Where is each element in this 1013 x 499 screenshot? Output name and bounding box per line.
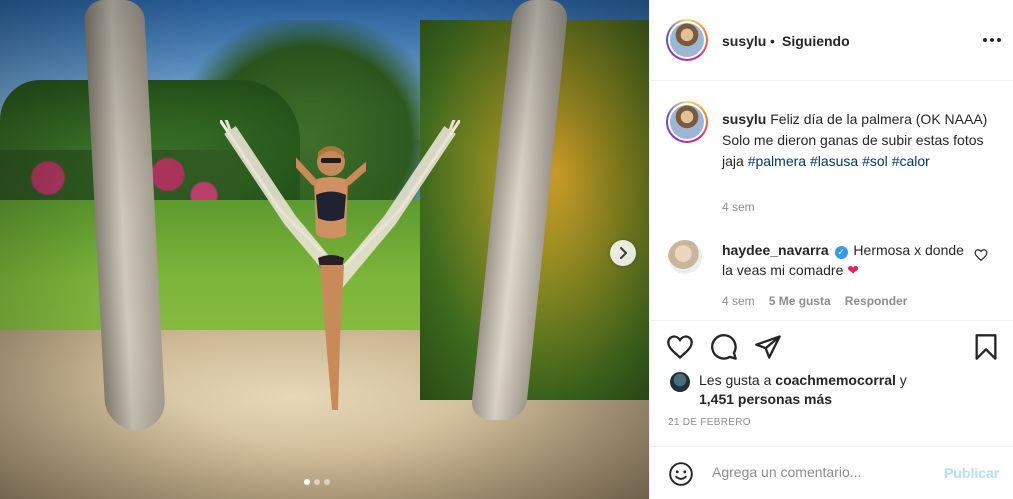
- comment-likes-count[interactable]: 5 Me gusta: [769, 294, 831, 308]
- avatar-image: [670, 23, 704, 57]
- carousel-dot-active: [304, 479, 310, 485]
- emoji-icon[interactable]: [668, 461, 694, 487]
- comment-text: haydee_navarra ✓ Hermosa x donde la veas…: [722, 240, 972, 280]
- likes-others-count[interactable]: 1,451 personas más: [699, 391, 832, 407]
- carousel-dot: [314, 479, 320, 485]
- hashtag-link[interactable]: #calor: [892, 153, 930, 169]
- header-separator: •: [770, 33, 775, 49]
- liker-username[interactable]: coachmemocorral: [775, 372, 896, 388]
- likes-prefix: Les gusta a: [699, 372, 772, 388]
- hashtag-link[interactable]: #palmera: [748, 153, 806, 169]
- caption-text: susylu Feliz día de la palmera (OK NAAA)…: [722, 109, 1002, 172]
- comment-username[interactable]: haydee_navarra: [722, 242, 829, 258]
- post-date[interactable]: 21 DE FEBRERO: [668, 417, 751, 428]
- post-comment-button[interactable]: Publicar: [944, 465, 999, 481]
- comment-timestamp[interactable]: 4 sem: [722, 294, 755, 308]
- photo-vignette: [0, 0, 649, 499]
- post-actions-bar: [650, 320, 1013, 370]
- hashtag-link[interactable]: #lasusa: [810, 153, 858, 169]
- verified-badge-icon: ✓: [834, 246, 848, 259]
- comment-input[interactable]: [712, 464, 932, 480]
- comment-meta: 4 sem 5 Me gusta Responder: [722, 294, 907, 308]
- paper-plane-icon[interactable]: [754, 333, 782, 361]
- comment-avatar[interactable]: [668, 240, 702, 274]
- more-options-button[interactable]: [981, 30, 1003, 50]
- bookmark-icon[interactable]: [972, 333, 1000, 361]
- avatar[interactable]: [666, 19, 708, 61]
- following-button[interactable]: Siguiendo: [782, 33, 850, 49]
- comment-icon[interactable]: [710, 333, 738, 361]
- more-horizontal-icon: [983, 38, 987, 42]
- post-side-panel: susylu • Siguiendo susylu Feliz día de l…: [649, 0, 1013, 499]
- likes-connector: y: [899, 372, 907, 388]
- post-header: susylu • Siguiendo: [650, 0, 1013, 81]
- caption-avatar[interactable]: [666, 101, 708, 143]
- carousel-dot: [324, 479, 330, 485]
- caption-username[interactable]: susylu: [722, 111, 766, 127]
- hashtag-link[interactable]: #sol: [862, 153, 888, 169]
- add-comment-bar: Publicar: [650, 446, 1013, 499]
- comment-like-heart-icon[interactable]: [974, 248, 988, 262]
- next-photo-button[interactable]: [610, 240, 636, 266]
- heart-emoji-icon: ❤: [847, 262, 860, 278]
- liker-avatar[interactable]: [670, 372, 690, 392]
- caption-timestamp[interactable]: 4 sem: [722, 200, 755, 214]
- carousel-indicator: [304, 479, 330, 485]
- post-photo[interactable]: [0, 0, 649, 499]
- likes-text: Les gusta a coachmemocorral y 1,451 pers…: [699, 371, 999, 409]
- heart-icon[interactable]: [666, 333, 694, 361]
- chevron-right-icon: [620, 247, 627, 259]
- reply-button[interactable]: Responder: [845, 294, 908, 308]
- post-author-username[interactable]: susylu: [722, 33, 766, 49]
- avatar-image: [670, 105, 704, 139]
